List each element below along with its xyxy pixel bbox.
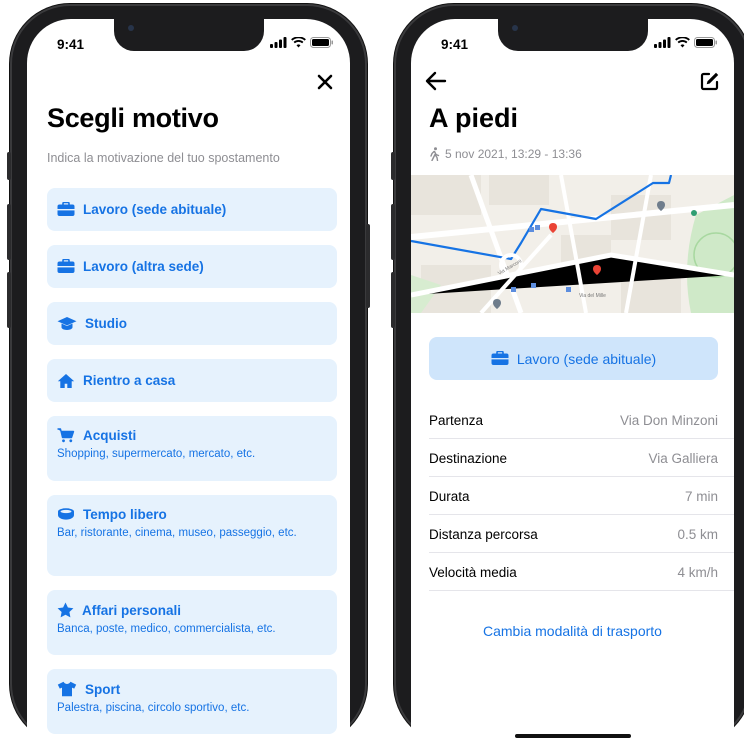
signal-icon (270, 37, 287, 48)
option-tempo-libero[interactable]: Tempo libero Bar, ristorante, cinema, mu… (47, 495, 337, 576)
volume-up-button (391, 204, 395, 260)
battery-icon (694, 37, 717, 48)
option-label: Tempo libero (83, 507, 167, 522)
home-indicator (514, 734, 631, 738)
info-value: 0.5 km (677, 526, 718, 542)
info-row-durata: Durata 7 min (429, 478, 734, 515)
option-description: Bar, ristorante, cinema, museo, passeggi… (57, 527, 297, 539)
page-title: Scegli motivo (47, 103, 219, 133)
trip-time-range: 5 nov 2021, 13:29 - 13:36 (429, 147, 582, 161)
info-key: Distanza percorsa (429, 526, 538, 542)
volume-down-button (391, 272, 395, 328)
option-label: Lavoro (sede abituale) (83, 202, 227, 217)
page-subtitle: Indica la motivazione del tuo spostament… (47, 151, 280, 165)
info-row-distanza: Distanza percorsa 0.5 km (429, 516, 734, 553)
change-transport-link[interactable]: Cambia modalità di trasporto (411, 623, 734, 639)
status-time: 9:41 (57, 37, 85, 52)
trip-detail-screen: 9:41 A piedi 5 nov 2021, 13:29 - 13:36 V… (411, 19, 734, 744)
signal-icon (654, 37, 671, 48)
briefcase-icon (57, 259, 75, 273)
notch (497, 19, 648, 51)
briefcase-icon (491, 351, 509, 365)
home-icon (57, 373, 75, 388)
power-button (366, 224, 370, 308)
info-row-velocita: Velocità media 4 km/h (429, 554, 734, 591)
map-canvas: Via del Mille Via Marconi (411, 175, 734, 313)
briefcase-icon (57, 202, 75, 216)
info-row-destinazione: Destinazione Via Galliera (429, 440, 734, 477)
status-icons (654, 37, 718, 48)
info-row-partenza: Partenza Via Don Minzoni (429, 402, 734, 439)
info-value: Via Don Minzoni (619, 412, 718, 428)
option-label: Acquisti (83, 428, 137, 443)
option-rientro-a-casa[interactable]: Rientro a casa (47, 359, 337, 402)
option-lavoro-altra-sede[interactable]: Lavoro (altra sede) (47, 245, 337, 288)
mute-switch (391, 152, 395, 180)
route-map[interactable]: Via del Mille Via Marconi (411, 175, 734, 313)
option-lavoro-sede-abituale[interactable]: Lavoro (sede abituale) (47, 188, 337, 231)
option-affari-personali[interactable]: Affari personali Banca, poste, medico, c… (47, 590, 337, 655)
motive-screen: 9:41 Scegli motivo Indica la motivazione… (27, 19, 350, 744)
wifi-icon (675, 37, 690, 48)
back-arrow-icon[interactable] (425, 71, 447, 91)
option-label: Studio (85, 316, 127, 331)
option-label: Sport (85, 681, 121, 697)
edit-icon[interactable] (700, 71, 720, 91)
status-icons (270, 37, 334, 48)
graduation-cap-icon (57, 317, 77, 330)
battery-icon (310, 37, 333, 48)
info-value: 4 km/h (677, 564, 718, 580)
option-label: Affari personali (82, 602, 182, 618)
status-time: 9:41 (441, 37, 469, 52)
info-value: Via Galliera (648, 450, 718, 466)
mute-switch (7, 152, 11, 180)
walking-icon (430, 147, 440, 161)
page-title: A piedi (429, 103, 519, 133)
option-description: Shopping, supermercato, mercato, etc. (57, 448, 256, 460)
info-key: Partenza (429, 412, 484, 428)
cup-icon (58, 508, 74, 520)
reason-label: Lavoro (sede abituale) (516, 350, 657, 367)
star-icon (57, 602, 74, 618)
option-acquisti[interactable]: Acquisti Shopping, supermercato, mercato… (47, 416, 337, 481)
info-key: Durata (429, 488, 470, 504)
notch (113, 19, 264, 51)
cart-icon (57, 428, 75, 443)
info-key: Destinazione (429, 450, 508, 466)
wifi-icon (291, 37, 306, 48)
phone-frame-right: 9:41 A piedi 5 nov 2021, 13:29 - 13:36 V… (391, 4, 744, 744)
option-sport[interactable]: Sport Palestra, piscina, circolo sportiv… (47, 669, 337, 734)
option-description: Banca, poste, medico, commercialista, et… (57, 623, 276, 635)
option-description: Palestra, piscina, circolo sportivo, etc… (57, 702, 250, 714)
info-value: 7 min (684, 488, 718, 504)
trip-date: 5 nov 2021, 13:29 - 13:36 (445, 147, 582, 161)
option-label: Rientro a casa (83, 373, 176, 388)
reason-button[interactable]: Lavoro (sede abituale) (429, 337, 718, 380)
phone-frame-left: 9:41 Scegli motivo Indica la motivazione… (7, 4, 370, 744)
shirt-icon (57, 681, 77, 697)
volume-down-button (7, 272, 11, 328)
info-key: Velocità media (429, 564, 517, 580)
map-street-label: Via del Mille (579, 293, 606, 299)
option-label: Lavoro (altra sede) (83, 259, 204, 274)
close-icon[interactable] (314, 71, 336, 93)
volume-up-button (7, 204, 11, 260)
option-studio[interactable]: Studio (47, 302, 337, 345)
